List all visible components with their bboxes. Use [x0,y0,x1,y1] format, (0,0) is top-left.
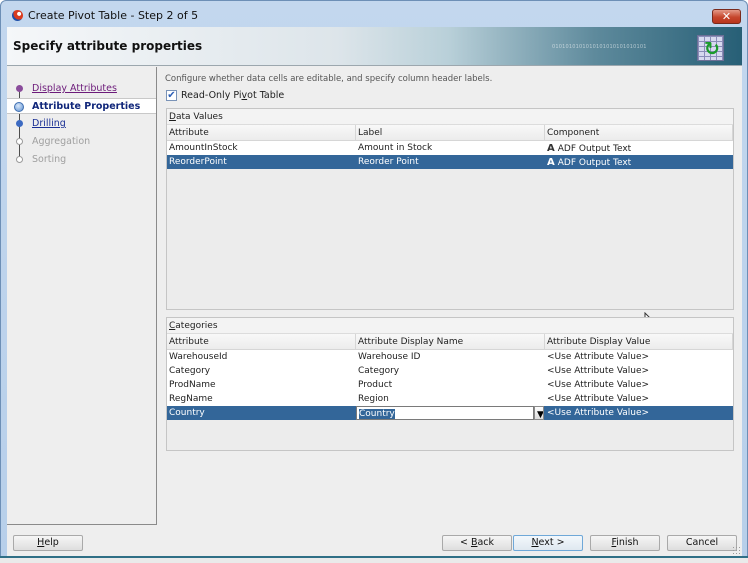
display-value-cell[interactable]: <Use Attribute Value> [545,364,733,378]
button-label: inish [616,537,639,548]
label-part: ot Table [247,90,285,101]
display-name-combobox-input[interactable]: Country [356,406,534,420]
button-label: elp [44,537,59,548]
label-cell[interactable]: Reorder Point [356,155,545,169]
table-row[interactable]: AmountInStock Amount in Stock A ADF Outpu… [167,141,733,155]
display-value-cell[interactable]: <Use Attribute Value> [545,350,733,364]
component-cell[interactable]: A ADF Output Text [545,155,733,169]
attribute-cell[interactable]: RegName [167,392,356,406]
table-row-selected[interactable]: ReorderPoint Reorder Point A ADF Output T… [167,155,733,169]
header-band: Specify attribute properties 01010101010… [7,27,742,66]
read-only-label[interactable]: Read-Only Pivot Table [181,90,284,101]
step-label[interactable]: Drilling [32,118,66,129]
close-button[interactable]: ✕ [712,9,741,24]
resize-grip[interactable] [732,546,740,554]
read-only-checkbox[interactable]: ✔ [166,90,177,101]
attribute-cell[interactable]: Category [167,364,356,378]
table-row-selected[interactable]: Country Country ▼ <Use Attribute Value> [167,406,733,420]
wizard-train: Display Attributes Attribute Properties … [7,67,157,525]
help-button[interactable]: Help [13,535,83,551]
step-attribute-properties: Attribute Properties [7,98,156,114]
component-cell[interactable]: A ADF Output Text [545,141,733,155]
step-visited-icon [16,85,23,92]
step-label[interactable]: Display Attributes [32,83,117,94]
component-name: ADF Output Text [557,158,632,168]
create-pivot-table-dialog: Create Pivot Table - Step 2 of 5 ✕ Speci… [0,0,748,558]
data-values-title: Data Values [167,109,733,125]
cancel-button[interactable]: Cancel [667,535,737,551]
mnemonic: N [531,537,539,548]
table-row[interactable]: WarehouseId Warehouse ID <Use Attribute … [167,350,733,364]
step-display-attributes[interactable]: Display Attributes [7,81,156,97]
table-row[interactable]: RegName Region <Use Attribute Value> [167,392,733,406]
step-current-icon [14,102,24,112]
display-value-cell[interactable]: <Use Attribute Value> [545,378,733,392]
adf-output-text-icon: A [547,143,555,154]
attribute-cell[interactable]: ProdName [167,378,356,392]
pivot-table-wizard-icon: ↻ [697,35,724,61]
window-title: Create Pivot Table - Step 2 of 5 [28,9,199,22]
data-values-header: Attribute Label Component [167,125,733,141]
main-content: Configure whether data cells are editabl… [162,67,737,525]
table-row[interactable]: ProdName Product <Use Attribute Value> [167,378,733,392]
column-header-display-value[interactable]: Attribute Display Value [545,334,733,349]
attribute-cell[interactable]: WarehouseId [167,350,356,364]
step-next-icon [16,120,23,127]
categories-title: Categories [167,318,733,334]
step-disabled-icon [16,156,23,163]
categories-header: Attribute Attribute Display Name Attribu… [167,334,733,350]
display-value-cell[interactable]: <Use Attribute Value> [545,406,733,420]
component-name: ADF Output Text [557,144,632,154]
step-aggregation: Aggregation [7,134,156,150]
label-part: Read-Only Pi [181,90,242,101]
column-header-component[interactable]: Component [545,125,733,140]
page-title: Specify attribute properties [13,39,203,53]
step-drilling[interactable]: Drilling [7,116,156,132]
button-label: < [459,537,471,548]
dialog-body: Specify attribute properties 01010101010… [7,27,742,556]
button-bar: Help < Back Next > Finish Cancel [7,525,742,556]
button-label: ack [477,537,495,548]
attribute-cell[interactable]: ReorderPoint [167,155,356,169]
label-cell[interactable]: Amount in Stock [356,141,545,155]
column-header-label[interactable]: Label [356,125,545,140]
display-name-cell[interactable]: Region [356,392,545,406]
attribute-cell[interactable]: Country [167,406,356,420]
next-button[interactable]: Next > [513,535,583,551]
title-text: ategories [175,321,218,331]
adf-output-text-icon: A [547,157,555,168]
display-name-cell[interactable]: Category [356,364,545,378]
title-text: ata Values [175,112,223,122]
display-name-editor[interactable]: Country ▼ [356,406,545,420]
display-name-cell[interactable]: Warehouse ID [356,350,545,364]
step-disabled-icon [16,138,23,145]
attribute-cell[interactable]: AmountInStock [167,141,356,155]
finish-button[interactable]: Finish [590,535,660,551]
instructions-text: Configure whether data cells are editabl… [165,74,493,84]
selected-text: Country [359,409,395,419]
title-bar[interactable]: Create Pivot Table - Step 2 of 5 ✕ [1,1,747,27]
table-row[interactable]: Category Category <Use Attribute Value> [167,364,733,378]
column-header-attribute[interactable]: Attribute [167,334,356,349]
app-icon [12,10,23,21]
step-sorting: Sorting [7,152,156,168]
mnemonic: D [169,112,176,122]
categories-panel: Categories Attribute Attribute Display N… [166,317,734,451]
column-header-display-name[interactable]: Attribute Display Name [356,334,545,349]
back-button[interactable]: < Back [442,535,512,551]
data-values-panel: Data Values Attribute Label Component Am… [166,108,734,310]
dropdown-arrow-icon[interactable]: ▼ [534,406,544,420]
step-label: Attribute Properties [32,101,141,112]
binary-decoration: 0101010101010101010101010101 [552,44,647,50]
step-label: Sorting [32,154,67,165]
button-label: ext > [538,537,565,548]
background-strip [0,556,748,563]
column-header-attribute[interactable]: Attribute [167,125,356,140]
step-label: Aggregation [32,136,91,147]
pivot-arrow-icon: ↻ [704,38,720,60]
display-value-cell[interactable]: <Use Attribute Value> [545,392,733,406]
display-name-cell[interactable]: Product [356,378,545,392]
